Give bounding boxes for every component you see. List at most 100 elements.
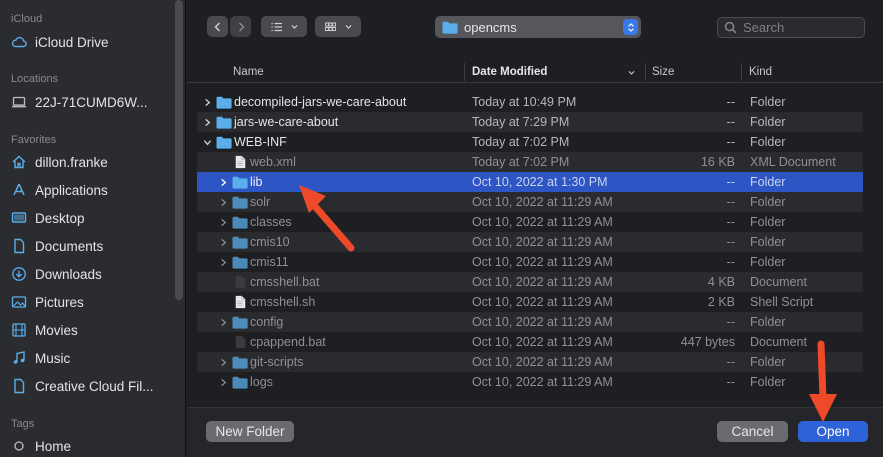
file-kind: Folder: [750, 255, 786, 269]
sidebar-item-label: Pictures: [35, 294, 84, 310]
column-size-header[interactable]: Size: [652, 66, 674, 78]
file-date: Oct 10, 2022 at 1:30 PM: [472, 175, 608, 189]
file-size: --: [726, 215, 735, 229]
file-size: --: [726, 195, 735, 209]
forward-button[interactable]: [230, 16, 251, 37]
view-grid-button[interactable]: [315, 16, 361, 37]
sidebar-item-label: 22J-71CUMD6W...: [35, 94, 148, 110]
location-popup[interactable]: opencms: [435, 16, 641, 38]
location-label: opencms: [464, 19, 517, 35]
file-kind: Folder: [750, 95, 786, 109]
sidebar-item-home[interactable]: dillon.franke: [10, 151, 170, 173]
column-kind-header[interactable]: Kind: [749, 66, 772, 78]
file-date: Oct 10, 2022 at 11:29 AM: [472, 235, 613, 249]
sidebar-item-movies[interactable]: Movies: [10, 319, 170, 341]
cancel-button[interactable]: Cancel: [717, 421, 788, 442]
file-size: --: [726, 255, 735, 269]
table-row[interactable]: WEB-INF Today at 7:02 PM -- Folder: [197, 132, 863, 152]
sidebar-item-pictures[interactable]: Pictures: [10, 291, 170, 313]
sidebar-item-applications[interactable]: Applications: [10, 179, 170, 201]
folder-icon: [232, 255, 248, 269]
search-placeholder: Search: [743, 20, 785, 35]
chevron-left-icon: [213, 21, 220, 32]
file-kind: Document: [750, 335, 807, 349]
back-button[interactable]: [207, 16, 228, 37]
sidebar-item-computer[interactable]: 22J-71CUMD6W...: [10, 91, 170, 113]
table-row[interactable]: config Oct 10, 2022 at 11:29 AM -- Folder: [197, 312, 863, 332]
folder-icon: [232, 315, 248, 329]
music-icon: [10, 349, 28, 367]
pictures-icon: [10, 293, 28, 311]
document-icon: [232, 295, 248, 309]
document-icon: [10, 237, 28, 255]
disclosure-closed-icon[interactable]: [218, 357, 228, 367]
file-name: web.xml: [250, 155, 296, 169]
sidebar-section-header: Locations: [11, 73, 59, 85]
column-divider[interactable]: [645, 63, 646, 81]
file-name: cmsshell.sh: [250, 295, 316, 309]
file-date: Oct 10, 2022 at 11:29 AM: [472, 255, 613, 269]
sidebar-item-label: Downloads: [35, 266, 102, 282]
sidebar-item-tag-home[interactable]: Home: [10, 435, 170, 457]
tag-dot-icon: [10, 437, 28, 455]
sidebar-item-music[interactable]: Music: [10, 347, 170, 369]
file-kind: Folder: [750, 235, 786, 249]
column-divider[interactable]: [741, 63, 742, 81]
table-row[interactable]: decompiled-jars-we-care-about Today at 10…: [197, 92, 863, 112]
file-date: Oct 10, 2022 at 11:29 AM: [472, 275, 613, 289]
dialog-footer: New Folder Cancel Open: [187, 407, 883, 457]
disclosure-closed-icon[interactable]: [218, 237, 228, 247]
column-date-header[interactable]: Date Modified: [472, 66, 547, 78]
sidebar-item-desktop[interactable]: Desktop: [10, 207, 170, 229]
dark-document-icon: [232, 335, 248, 349]
grid-icon: [324, 22, 336, 31]
column-divider[interactable]: [464, 63, 465, 81]
table-row[interactable]: git-scripts Oct 10, 2022 at 11:29 AM -- Fol…: [197, 352, 863, 372]
file-date: Oct 10, 2022 at 11:29 AM: [472, 195, 613, 209]
sidebar-item-documents[interactable]: Documents: [10, 235, 170, 257]
disclosure-closed-icon[interactable]: [202, 97, 212, 107]
column-name-header[interactable]: Name: [233, 66, 264, 78]
table-row[interactable]: cpappend.bat Oct 10, 2022 at 11:29 AM 447 …: [197, 332, 863, 352]
disclosure-closed-icon[interactable]: [218, 177, 228, 187]
table-row[interactable]: web.xml Today at 7:02 PM 16 KB XML Document: [197, 152, 863, 172]
column-header: Name Date Modified Size Kind: [187, 61, 883, 83]
disclosure-closed-icon[interactable]: [218, 377, 228, 387]
sidebar-item-icloud-drive[interactable]: iCloud Drive: [10, 31, 170, 53]
folder-icon: [232, 235, 248, 249]
disclosure-closed-icon[interactable]: [202, 117, 212, 127]
disclosure-closed-icon[interactable]: [218, 197, 228, 207]
search-field[interactable]: Search: [717, 17, 865, 38]
file-date: Today at 7:02 PM: [472, 135, 570, 149]
table-row[interactable]: jars-we-care-about Today at 7:29 PM -- Fold…: [197, 112, 863, 132]
sidebar-item-label: iCloud Drive: [35, 34, 109, 50]
folder-icon: [232, 375, 248, 389]
file-name: decompiled-jars-we-care-about: [234, 95, 407, 109]
new-folder-button[interactable]: New Folder: [206, 421, 294, 442]
disclosure-closed-icon[interactable]: [218, 257, 228, 267]
table-row[interactable]: cmsshell.bat Oct 10, 2022 at 11:29 AM 4 KB…: [197, 272, 863, 292]
sidebar-section-header: iCloud: [11, 13, 43, 25]
sidebar-item-label: Creative Cloud Fil...: [35, 378, 154, 394]
annotation-arrow-open: [809, 340, 837, 422]
file-size: 447 bytes: [680, 335, 735, 349]
sidebar-item-creative-cloud-files[interactable]: Creative Cloud Fil...: [10, 375, 170, 397]
table-row[interactable]: logs Oct 10, 2022 at 11:29 AM -- Folder: [197, 372, 863, 392]
sidebar-item-label: Documents: [35, 238, 104, 254]
file-name: cmsshell.bat: [250, 275, 320, 289]
home-icon: [10, 153, 28, 171]
file-date: Oct 10, 2022 at 11:29 AM: [472, 215, 613, 229]
table-row[interactable]: cmis11 Oct 10, 2022 at 11:29 AM -- Folder: [197, 252, 863, 272]
file-size: --: [726, 355, 735, 369]
disclosure-closed-icon[interactable]: [218, 317, 228, 327]
table-row[interactable]: cmsshell.sh Oct 10, 2022 at 11:29 AM 2 KB S…: [197, 292, 863, 312]
view-list-button[interactable]: [261, 16, 307, 37]
sidebar-scrollbar[interactable]: [175, 0, 183, 300]
sidebar-item-label: Movies: [35, 322, 78, 338]
sidebar-item-downloads[interactable]: Downloads: [10, 263, 170, 285]
sidebar-item-label: Home: [35, 438, 72, 454]
chevron-down-icon: [290, 24, 298, 29]
disclosure-open-icon[interactable]: [202, 137, 212, 147]
file-name: cpappend.bat: [250, 335, 326, 349]
disclosure-closed-icon[interactable]: [218, 217, 228, 227]
